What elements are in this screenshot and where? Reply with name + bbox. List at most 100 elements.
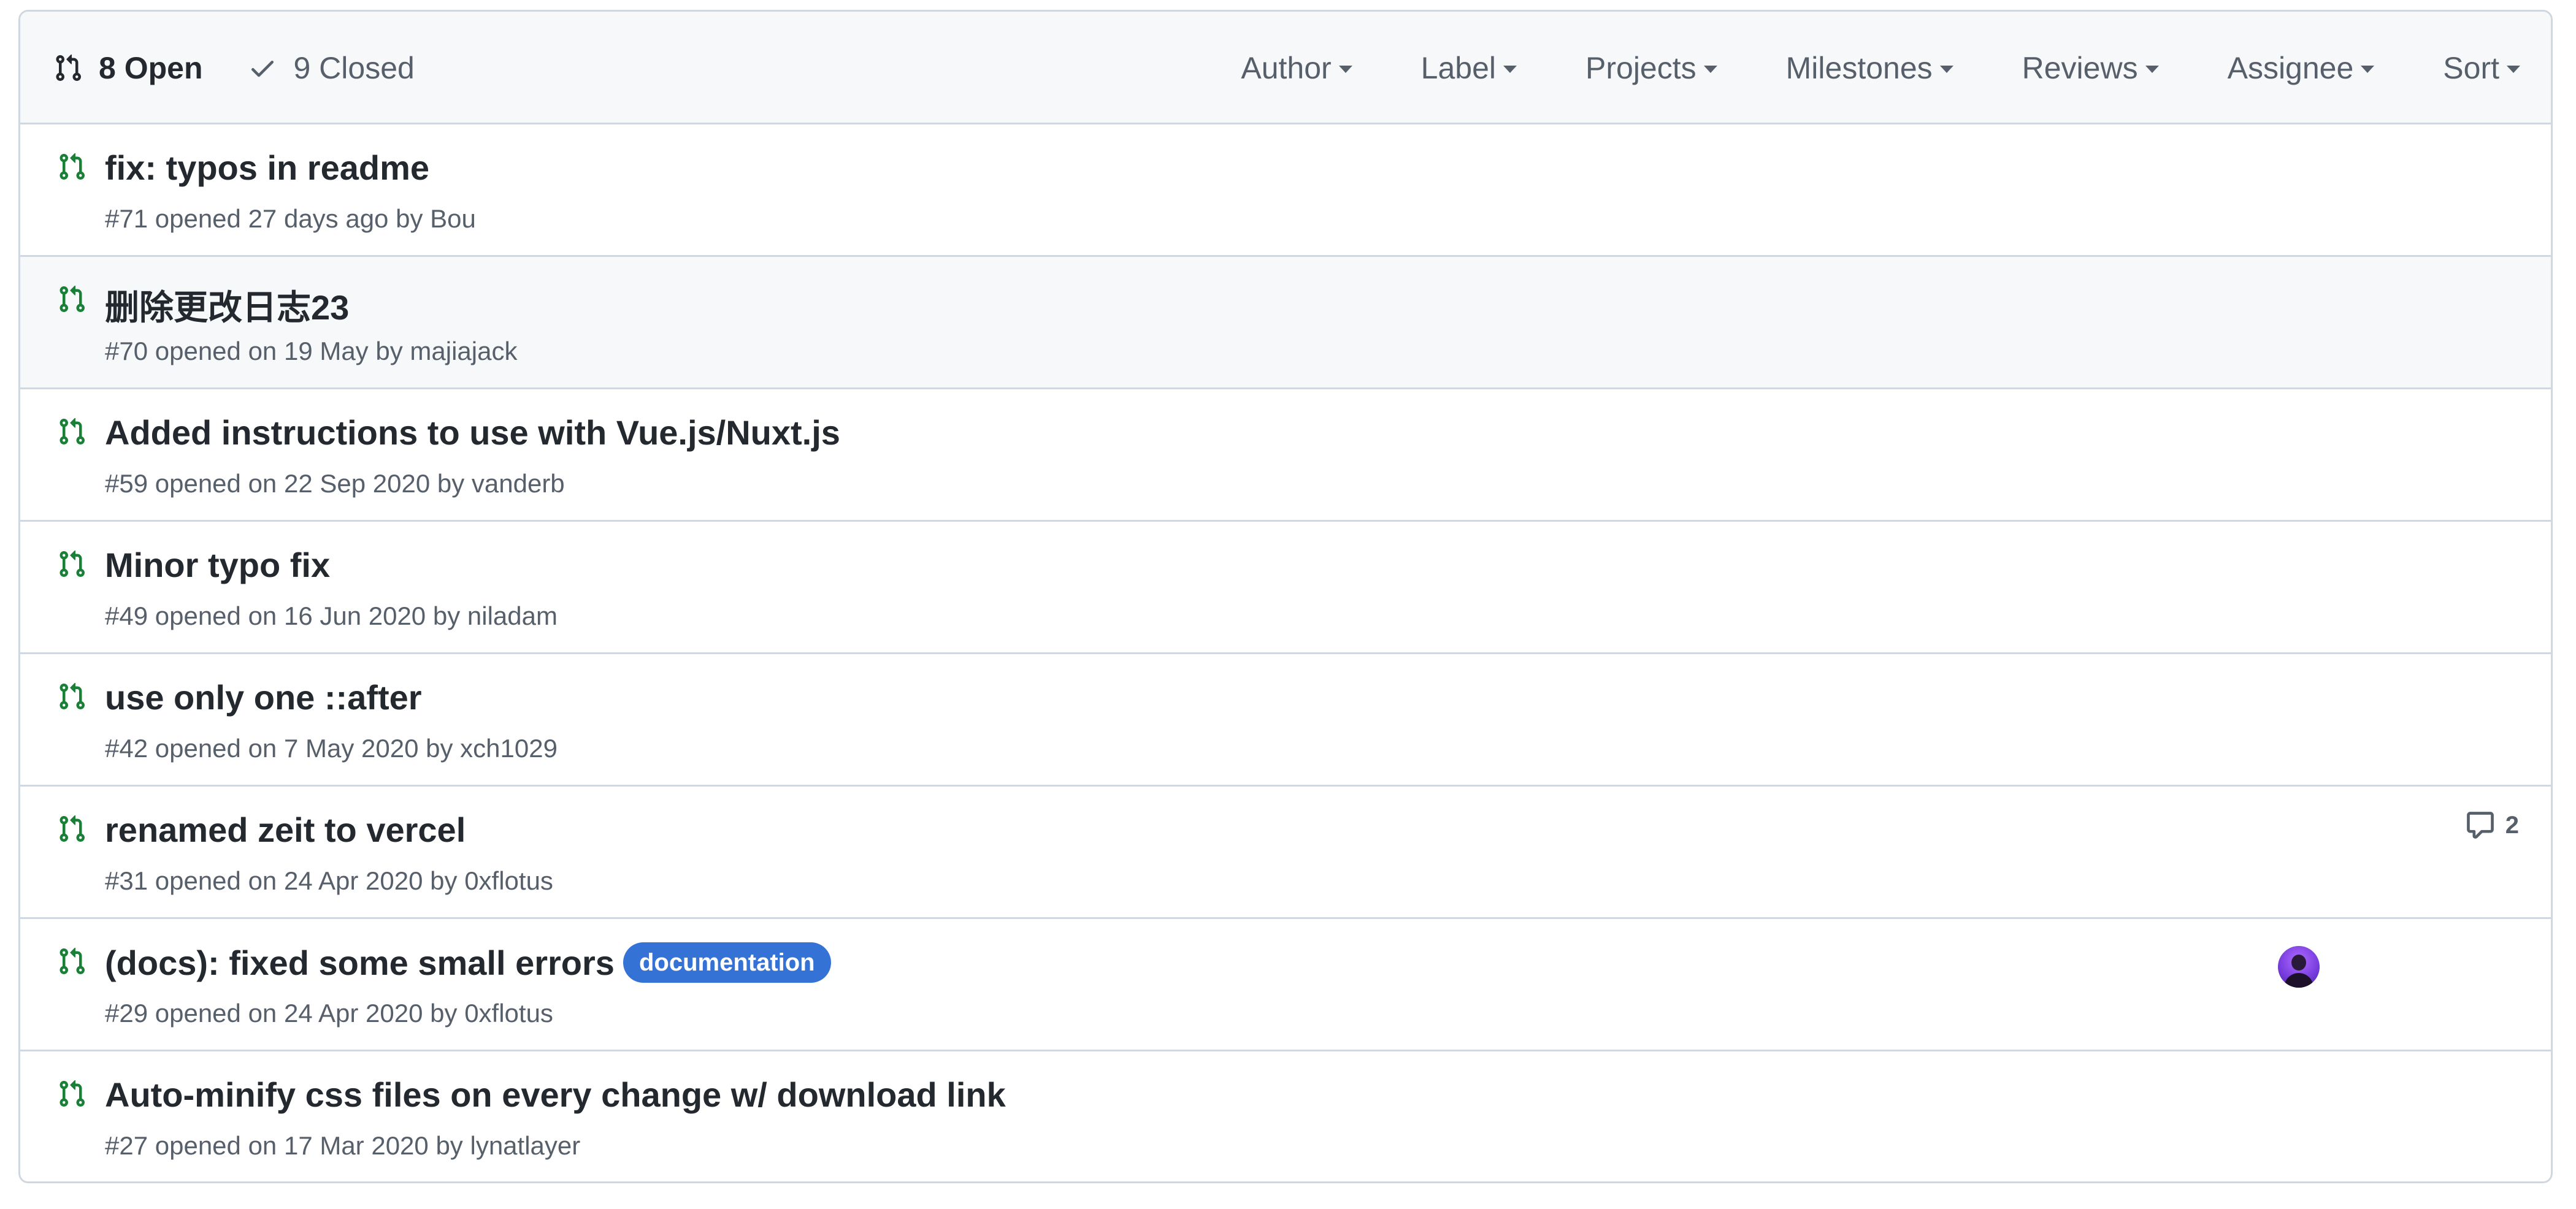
assignee-avatar[interactable]	[2278, 946, 2320, 988]
pr-title-line: Auto-minify css files on every change w/…	[105, 1075, 1006, 1115]
pr-title-link[interactable]: renamed zeit to vercel	[105, 810, 466, 850]
closed-count-label: 9 Closed	[293, 51, 415, 85]
pr-meta: #27 opened on 17 Mar 2020 by lynatlayer	[105, 1131, 580, 1161]
pr-title-line: Added instructions to use with Vue.js/Nu…	[105, 413, 840, 452]
pr-meta: #71 opened 27 days ago by Bou	[105, 204, 476, 234]
git-pull-request-icon	[56, 54, 82, 82]
state-toggle: 8 Open 9 Closed	[53, 12, 415, 124]
git-pull-request-icon	[59, 815, 85, 842]
pr-meta: #70 opened on 19 May by majiajack	[105, 337, 517, 366]
milestones-filter-dropdown[interactable]: Milestones	[1786, 50, 1953, 86]
pr-number: #49	[105, 601, 148, 630]
avatar-shoulders	[2284, 973, 2313, 988]
pr-title-line: (docs): fixed some small errors document…	[105, 942, 831, 983]
pr-opened-text: opened on 22 Sep 2020	[155, 469, 431, 498]
caret-down-icon	[1939, 66, 1953, 73]
pr-by-text: by	[432, 601, 461, 630]
pull-request-row: Auto-minify css files on every change w/…	[20, 1051, 2551, 1180]
pr-title-line: use only one ::after	[105, 677, 422, 717]
projects-filter-dropdown[interactable]: Projects	[1585, 50, 1717, 86]
reviews-filter-label: Reviews	[2022, 51, 2138, 85]
pr-opened-text: opened on 17 Mar 2020	[155, 1131, 429, 1160]
pr-opened-text: opened on 16 Jun 2020	[155, 601, 426, 630]
avatar-face	[2291, 955, 2306, 971]
pr-number: #70	[105, 337, 148, 365]
git-pull-request-icon	[59, 947, 85, 975]
pull-request-rows: fix: typos in readme #71 opened 27 days …	[20, 124, 2551, 1180]
pr-author-link[interactable]: xch1029	[460, 734, 558, 763]
caret-down-icon	[2145, 66, 2159, 73]
closed-filter-link[interactable]: 9 Closed	[248, 50, 415, 86]
reviews-filter-dropdown[interactable]: Reviews	[2022, 50, 2159, 86]
pr-by-text: by	[435, 1131, 463, 1160]
pr-by-text: by	[430, 866, 458, 895]
pr-author-link[interactable]: lynatlayer	[470, 1131, 580, 1160]
projects-filter-label: Projects	[1585, 51, 1696, 85]
label-filter-label: Label	[1420, 51, 1497, 85]
filter-bar: Author Label Projects Milestones Reviews…	[1241, 12, 2520, 124]
pr-title-line: renamed zeit to vercel	[105, 810, 466, 850]
label-filter-dropdown[interactable]: Label	[1421, 50, 1517, 86]
pr-author-link[interactable]: 0xflotus	[464, 866, 553, 895]
pr-title-line: Minor typo fix	[105, 545, 330, 585]
git-pull-request-icon	[59, 285, 85, 313]
pr-by-text: by	[430, 999, 458, 1028]
pr-title-link[interactable]: (docs): fixed some small errors	[105, 943, 615, 983]
documentation-label-badge[interactable]: documentation	[623, 942, 831, 983]
pr-by-text: by	[396, 204, 423, 233]
pr-title-line: fix: typos in readme	[105, 148, 429, 188]
pr-opened-text: opened on 24 Apr 2020	[155, 866, 423, 895]
pr-meta: #42 opened on 7 May 2020 by xch1029	[105, 734, 558, 763]
pr-title-link[interactable]: fix: typos in readme	[105, 148, 429, 188]
pull-request-row: renamed zeit to vercel #31 opened on 24 …	[20, 787, 2551, 919]
pr-title-link[interactable]: Added instructions to use with Vue.js/Nu…	[105, 413, 840, 452]
pr-author-link[interactable]: majiajack	[410, 337, 517, 365]
caret-down-icon	[1703, 66, 1717, 73]
pr-author-link[interactable]: 0xflotus	[464, 999, 553, 1028]
comment-icon	[2466, 812, 2494, 839]
pull-request-list: 8 Open 9 Closed Author Label Projects Mi…	[18, 10, 2553, 1183]
pr-number: #42	[105, 734, 148, 763]
git-pull-request-icon	[59, 682, 85, 710]
pr-number: #29	[105, 999, 148, 1028]
pr-opened-text: opened 27 days ago	[155, 204, 389, 233]
pr-title-link[interactable]: use only one ::after	[105, 677, 422, 717]
sort-dropdown[interactable]: Sort	[2443, 50, 2520, 86]
pull-request-row: 删除更改日志23 #70 opened on 19 May by majiaja…	[20, 257, 2551, 389]
git-pull-request-icon	[59, 1080, 85, 1107]
milestones-filter-label: Milestones	[1785, 51, 1933, 85]
sort-label: Sort	[2443, 51, 2499, 85]
pr-opened-text: opened on 7 May 2020	[155, 734, 419, 763]
pr-opened-text: opened on 19 May	[155, 337, 369, 365]
pr-title-link[interactable]: 删除更改日志23	[105, 280, 349, 330]
pr-by-text: by	[426, 734, 453, 763]
pr-title-link[interactable]: Minor typo fix	[105, 545, 330, 585]
caret-down-icon	[1338, 66, 1352, 73]
pr-by-text: by	[437, 469, 465, 498]
pr-meta: #49 opened on 16 Jun 2020 by niladam	[105, 601, 558, 631]
pr-author-link[interactable]: vanderb	[472, 469, 565, 498]
pr-meta: #31 opened on 24 Apr 2020 by 0xflotus	[105, 866, 553, 896]
pr-author-link[interactable]: niladam	[467, 601, 558, 630]
caret-down-icon	[2507, 66, 2520, 73]
pr-meta: #29 opened on 24 Apr 2020 by 0xflotus	[105, 999, 553, 1028]
pull-request-row: (docs): fixed some small errors document…	[20, 919, 2551, 1051]
assignee-filter-dropdown[interactable]: Assignee	[2228, 50, 2375, 86]
pr-number: #31	[105, 866, 148, 895]
git-pull-request-icon	[59, 153, 85, 180]
pr-number: #71	[105, 204, 148, 233]
check-icon	[251, 61, 274, 77]
pull-request-row: fix: typos in readme #71 opened 27 days …	[20, 124, 2551, 257]
pull-request-row: use only one ::after #42 opened on 7 May…	[20, 654, 2551, 787]
pr-author-link[interactable]: Bou	[430, 204, 476, 233]
caret-down-icon	[2361, 66, 2375, 73]
pr-title-link[interactable]: Auto-minify css files on every change w/…	[105, 1075, 1006, 1115]
comments-link[interactable]: 2	[2465, 810, 2519, 841]
author-filter-label: Author	[1241, 51, 1332, 85]
author-filter-dropdown[interactable]: Author	[1241, 50, 1352, 86]
open-filter-link[interactable]: 8 Open	[53, 50, 202, 86]
pr-number: #59	[105, 469, 148, 498]
pr-title-line: 删除更改日志23	[105, 280, 349, 330]
pr-meta: #59 opened on 22 Sep 2020 by vanderb	[105, 469, 565, 498]
pull-request-row: Minor typo fix #49 opened on 16 Jun 2020…	[20, 522, 2551, 654]
